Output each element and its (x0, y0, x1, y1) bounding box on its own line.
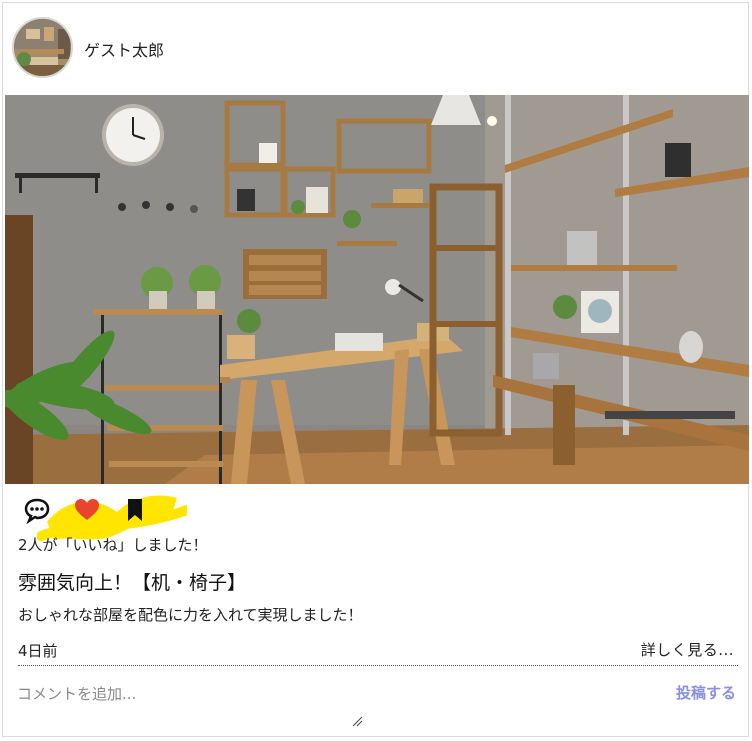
see-more-link[interactable]: 詳しく見る... (641, 639, 734, 660)
bookmark-icon (128, 499, 142, 521)
bookmark-button[interactable] (121, 496, 151, 526)
post-description: おしゃれな部屋を配色に力を入れて実現しました！ (18, 606, 363, 624)
resize-handle-icon[interactable] (351, 715, 363, 727)
comment-button[interactable] (23, 496, 53, 526)
comment-input[interactable] (17, 675, 637, 723)
comment-icon (24, 498, 50, 525)
post-time: 4日前 (18, 642, 58, 660)
post-actions (17, 495, 187, 541)
room-photo-avatar-icon (14, 19, 71, 76)
post-card: ゲスト太郎 2人が「いいね」しました！ 雰囲気向上！【机・椅子】 おしゃれな部屋… (2, 2, 749, 737)
post-comment-button[interactable]: 投稿する (676, 682, 736, 703)
like-button[interactable] (73, 496, 103, 526)
post-title: 雰囲気向上！【机・椅子】 (18, 572, 247, 594)
username[interactable]: ゲスト太郎 (84, 37, 164, 61)
post-image[interactable] (5, 95, 749, 484)
avatar[interactable] (12, 17, 73, 78)
room-interior-photo-icon (5, 95, 749, 484)
post-header: ゲスト太郎 (3, 3, 748, 95)
heart-icon (75, 499, 99, 520)
divider (18, 665, 738, 666)
likes-count[interactable]: 2人が「いいね」しました！ (18, 534, 208, 555)
